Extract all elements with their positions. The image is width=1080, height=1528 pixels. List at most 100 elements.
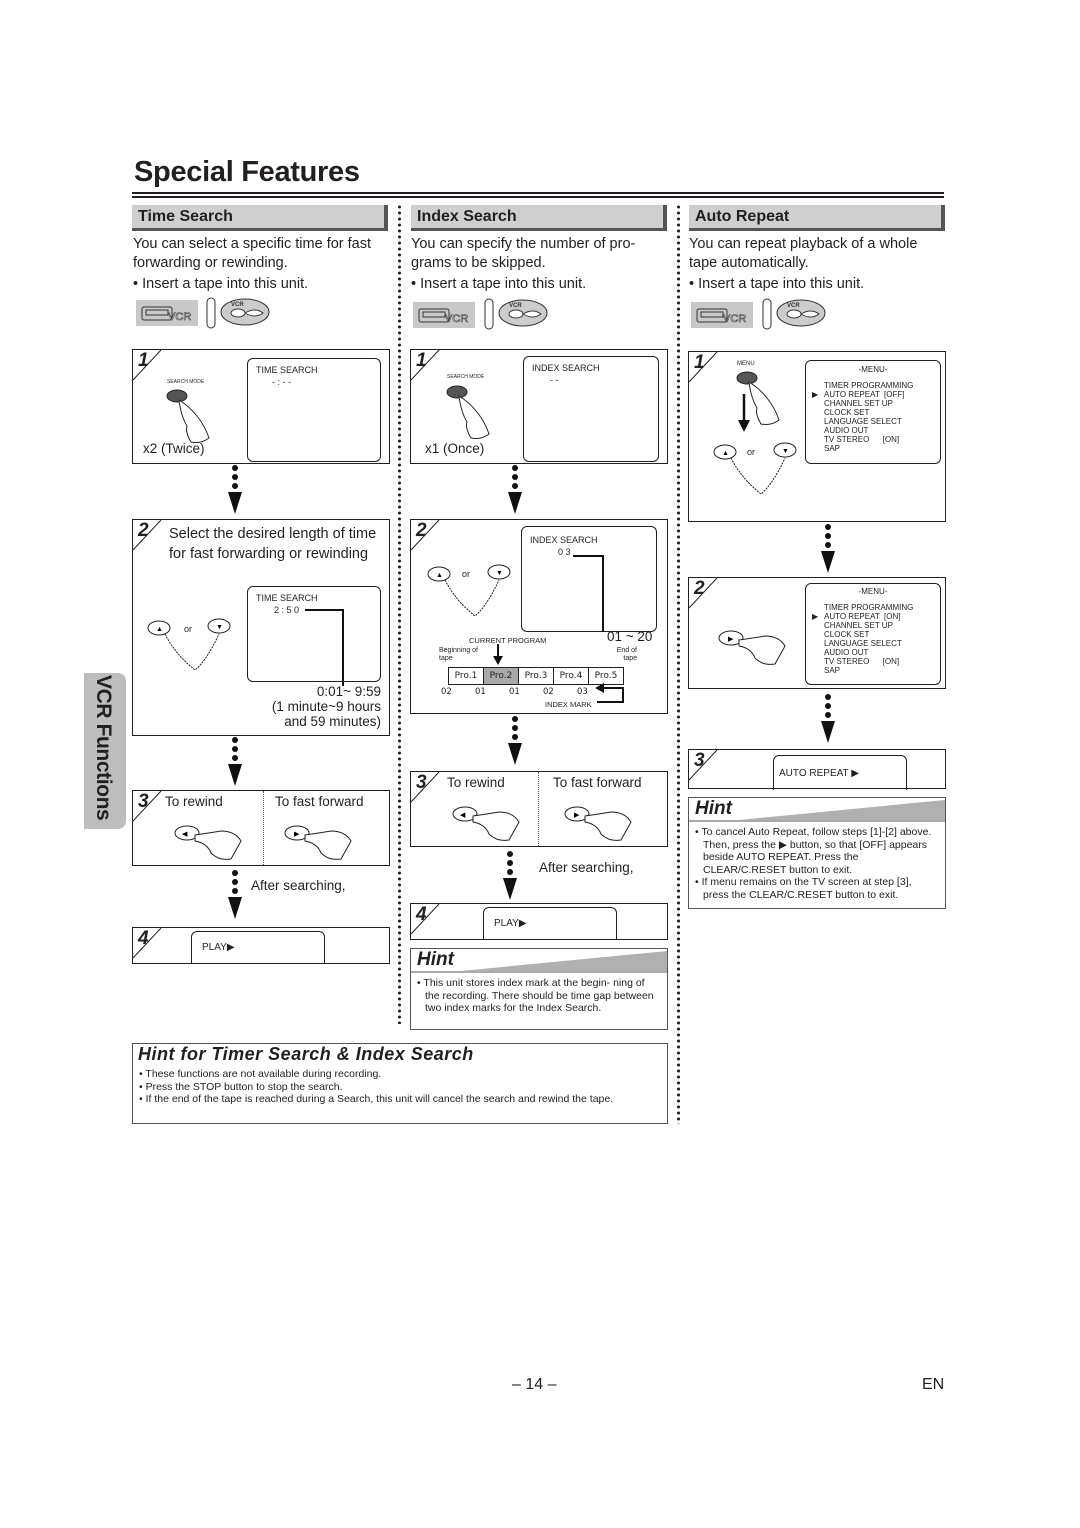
selection-pointer-icon: ▶: [812, 612, 819, 621]
menu-item: CLOCK SET: [812, 630, 913, 639]
menu-item-label: TV STEREO [ON]: [824, 435, 900, 444]
rewind-label: To rewind: [165, 794, 223, 809]
pointer-line: [573, 555, 604, 632]
menu-title: -MENU-: [858, 365, 888, 374]
menu-item-label: AUTO REPEAT [OFF]: [824, 390, 905, 399]
svg-text:VCR: VCR: [787, 303, 800, 309]
flow-arrow-icon: [505, 465, 525, 514]
remote-vcr-icon: VCR: [206, 297, 270, 329]
auto-repeat-step-1: 1 MENU ▲ ▼ or -MENU- TIMER PROGRAMMING ▶ AU…: [688, 351, 946, 522]
vcr-badge-icon: VCR: [691, 302, 753, 328]
screen-text: PLAY▶: [202, 942, 235, 953]
step-number: 2: [138, 520, 149, 541]
or-label: or: [462, 569, 471, 579]
step-number: 4: [416, 904, 427, 925]
index-search-bullet: • Insert a tape into this unit.: [411, 276, 587, 292]
tape-program-cell: Pro.2: [484, 668, 519, 684]
svg-text:▶: ▶: [728, 636, 734, 643]
menu-item: CHANNEL SET UP: [812, 621, 913, 630]
search-mode-label: SEARCH MODE: [167, 379, 205, 385]
remote-vcr-icon: VCR: [762, 298, 826, 330]
svg-text:▶: ▶: [574, 812, 580, 819]
svg-text:◀: ◀: [460, 812, 466, 819]
svg-text:VCR: VCR: [723, 313, 746, 325]
index-mark-value: 03: [577, 687, 588, 697]
index-search-step-3: 3 To rewind To fast forward ◀ ▶: [410, 771, 668, 847]
current-program-label: CURRENT PROGRAM: [469, 636, 547, 645]
menu-button-label: MENU: [737, 361, 755, 367]
hint-list: • These functions are not available duri…: [133, 1066, 619, 1108]
svg-text:▶: ▶: [294, 831, 300, 838]
index-search-step-1: 1 SEARCH MODE x1 (Once) INDEX SEARCH - -: [410, 349, 668, 464]
search-mode-button-icon: [166, 389, 210, 443]
divider: [538, 772, 539, 846]
hint-header: Hint: [689, 798, 945, 822]
menu-item: SAP: [812, 444, 913, 453]
after-searching-label: After searching,: [251, 878, 346, 893]
hint-item: • These functions are not available duri…: [139, 1068, 382, 1080]
menu-item: LANGUAGE SELECT: [812, 639, 913, 648]
title-rule: [132, 196, 944, 198]
menu-screen: -MENU- TIMER PROGRAMMING ▶ AUTO REPEAT [OF…: [805, 360, 941, 464]
svg-text:▼: ▼: [216, 624, 223, 631]
step-number: 3: [416, 772, 427, 793]
page-number: – 14 –: [512, 1376, 557, 1393]
screen-title: TIME SEARCH: [256, 365, 318, 375]
press-count: x2 (Twice): [143, 441, 205, 456]
step-number: 3: [694, 750, 705, 771]
vcr-badge-icon: VCR: [413, 302, 475, 328]
auto-repeat-step-3: 3 AUTO REPEAT ▶: [688, 749, 946, 790]
menu-item: CHANNEL SET UP: [812, 399, 913, 408]
screen-text: AUTO REPEAT ▶: [779, 768, 859, 779]
time-search-step-2: 2 Select the desired length of time for …: [132, 519, 390, 736]
right-button-icon: ▶: [718, 630, 786, 665]
menu-item-label: CLOCK SET: [824, 408, 870, 417]
svg-text:▲: ▲: [436, 572, 443, 579]
svg-text:▲: ▲: [722, 450, 729, 457]
time-search-step-3: 3 To rewind To fast forward ◀ ▶: [132, 790, 390, 866]
step-number: 2: [416, 520, 427, 541]
menu-item-label: SAP: [824, 666, 841, 675]
tv-screen: PLAY▶: [191, 931, 325, 964]
step-instruction: Select the desired length of time for fa…: [169, 526, 377, 562]
flow-arrow-icon: [225, 870, 245, 919]
range-value: 0:01~ 9:59: [316, 684, 381, 699]
end-of-tape: End of tape: [616, 647, 637, 662]
column-divider: [677, 204, 680, 1124]
index-range: 01 ~ 20: [607, 629, 653, 644]
index-search-hint: Hint • This unit stores index mark at th…: [410, 948, 668, 1030]
tape-program-cell: Pro.3: [519, 668, 554, 684]
side-tab-vcr-functions: VCR Functions: [84, 673, 126, 829]
menu-title: -MENU-: [858, 587, 888, 596]
screen-value: 2 : 5 0: [274, 605, 300, 615]
menu-item-label: CHANNEL SET UP: [824, 621, 893, 630]
tape-program-cell: Pro.1: [449, 668, 484, 684]
tape-program-cell: Pro.4: [554, 668, 589, 684]
press-count: x1 (Once): [425, 441, 485, 456]
index-mark-value: 02: [441, 687, 452, 697]
menu-item: AUDIO OUT: [812, 648, 913, 657]
auto-repeat-hint: Hint • To cancel Auto Repeat, follow ste…: [688, 797, 946, 909]
language-code: EN: [922, 1376, 945, 1393]
down-arrow-icon: [738, 394, 750, 432]
menu-item: SAP: [812, 666, 913, 675]
range-note: and 59 minutes): [284, 714, 381, 729]
hint-item: • If menu remains on the TV screen at st…: [695, 876, 912, 901]
hint-list: • To cancel Auto Repeat, follow steps [1…: [689, 822, 945, 905]
rewind-button-icon: ◀: [452, 806, 520, 841]
step-number: 4: [138, 928, 149, 949]
step-number: 1: [416, 350, 427, 371]
menu-list: TIMER PROGRAMMING ▶ AUTO REPEAT [OFF] CHANN…: [812, 381, 913, 453]
flow-arrow-icon: [500, 851, 520, 900]
svg-text:VCR: VCR: [168, 311, 191, 323]
screen-title: INDEX SEARCH: [532, 363, 600, 373]
menu-item-label: AUDIO OUT: [824, 648, 869, 657]
auto-repeat-step-2: 2 ▶ -MENU- TIMER PROGRAMMING ▶ AUTO REPEAT…: [688, 577, 946, 689]
menu-item: AUDIO OUT: [812, 426, 913, 435]
menu-item-label: TV STEREO [ON]: [824, 657, 900, 666]
hint-item: • Press the STOP button to stop the sear…: [139, 1080, 343, 1093]
menu-screen: -MENU- TIMER PROGRAMMING ▶ AUTO REPEAT [ON…: [805, 583, 941, 685]
step-number: 2: [694, 578, 705, 599]
menu-item-label: LANGUAGE SELECT: [824, 639, 902, 648]
menu-item-label: AUDIO OUT: [824, 426, 869, 435]
